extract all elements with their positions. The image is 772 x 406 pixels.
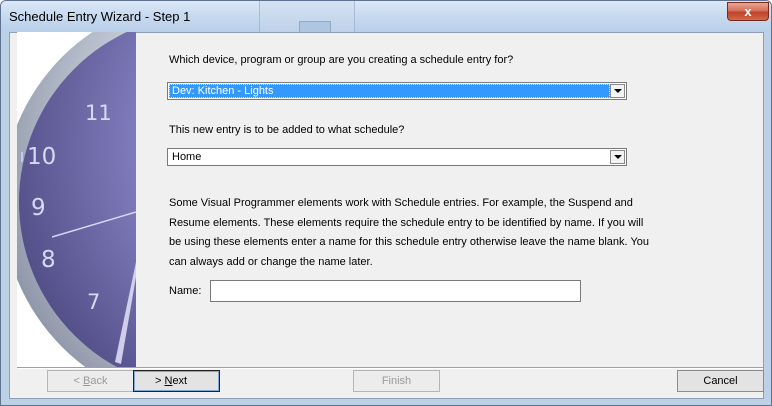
clock-number-7: 7 — [87, 290, 100, 314]
name-input[interactable] — [210, 280, 581, 302]
title-bar[interactable]: Schedule Entry Wizard - Step 1 x — [1, 1, 771, 34]
wizard-window: Schedule Entry Wizard - Step 1 x 11 10 9… — [0, 0, 772, 406]
schedule-select-value: Home — [172, 151, 202, 163]
name-label: Name: — [169, 285, 202, 297]
close-button[interactable]: x — [727, 2, 769, 21]
description-line: be using these elements enter a name for… — [169, 236, 650, 248]
device-select[interactable]: Dev: Kitchen - Lights — [167, 82, 627, 100]
schedule-select[interactable]: Home — [167, 148, 627, 166]
cancel-label: Cancel — [703, 375, 738, 387]
schedule-question-label: This new entry is to be added to what sc… — [169, 124, 405, 136]
clock-number-8: 8 — [41, 247, 56, 273]
clock-number-9: 9 — [31, 195, 46, 221]
cancel-button[interactable]: Cancel — [677, 370, 764, 392]
clock-number-10: 10 — [27, 144, 56, 170]
chevron-down-icon[interactable] — [610, 84, 625, 98]
window-title: Schedule Entry Wizard - Step 1 — [9, 9, 191, 24]
back-button[interactable]: < Back — [47, 370, 134, 392]
back-prefix: < — [73, 375, 83, 387]
button-separator — [17, 367, 763, 369]
description-line: can always add or change the name later. — [169, 255, 373, 268]
device-select-value: Dev: Kitchen - Lights — [169, 84, 610, 98]
back-label-rest: ack — [90, 375, 108, 387]
next-label-rest: ext — [172, 375, 188, 387]
clock-number-11: 11 — [85, 101, 112, 125]
close-icon: x — [744, 4, 752, 19]
clock-face-icon: 11 10 9 8 7 — [17, 32, 136, 367]
finish-button[interactable]: Finish — [353, 370, 440, 392]
finish-label: Finish — [381, 375, 412, 387]
next-button[interactable]: > Next — [133, 370, 220, 392]
description-text: Some Visual Programmer elements work wit… — [169, 194, 709, 272]
description-line: Resume elements. These elements require … — [169, 216, 644, 229]
clock-image: 11 10 9 8 7 — [17, 32, 136, 367]
device-question-label: Which device, program or group are you c… — [169, 54, 514, 66]
description-line: Some Visual Programmer elements work wit… — [169, 197, 633, 209]
chevron-down-icon[interactable] — [610, 150, 625, 164]
